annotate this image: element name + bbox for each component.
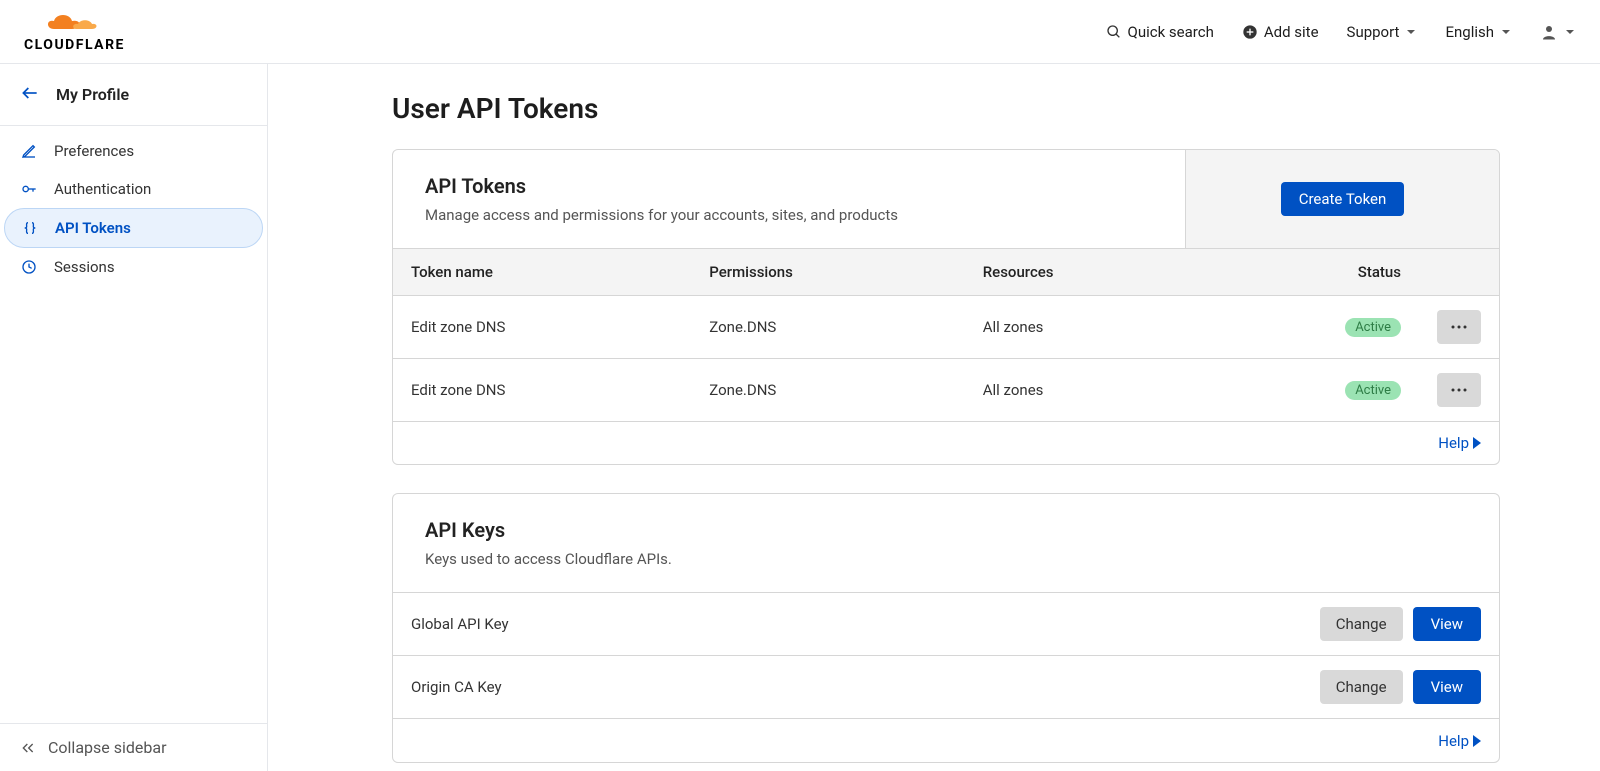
change-button[interactable]: Change xyxy=(1320,607,1403,641)
col-token-name: Token name xyxy=(393,249,691,296)
sidebar-title: My Profile xyxy=(56,85,129,104)
col-resources: Resources xyxy=(965,249,1209,296)
sidebar-item-label: Sessions xyxy=(54,258,115,276)
view-button[interactable]: View xyxy=(1413,607,1481,641)
pencil-icon xyxy=(20,142,38,160)
keys-card-title: API Keys xyxy=(425,518,1467,542)
help-label: Help xyxy=(1438,434,1469,452)
top-header: CLOUDFLARE Quick search Add site Support… xyxy=(0,0,1600,64)
key-name: Origin CA Key xyxy=(411,678,502,696)
row-actions-button[interactable] xyxy=(1437,310,1481,344)
tokens-card-subtitle: Manage access and permissions for your a… xyxy=(425,206,1153,224)
collapse-sidebar[interactable]: Collapse sidebar xyxy=(0,723,267,771)
sidebar-nav: Preferences Authentication API Tokens Se… xyxy=(0,126,267,292)
back-arrow[interactable] xyxy=(20,83,40,107)
clock-icon xyxy=(20,258,38,276)
cell-permissions: Zone.DNS xyxy=(691,296,964,359)
sidebar-item-api-tokens[interactable]: API Tokens xyxy=(4,208,263,248)
key-icon xyxy=(20,180,38,198)
main-content: User API Tokens API Tokens Manage access… xyxy=(268,64,1600,771)
row-actions-button[interactable] xyxy=(1437,373,1481,407)
keys-help-link[interactable]: Help xyxy=(1438,732,1481,750)
sidebar-item-label: API Tokens xyxy=(55,219,131,237)
plus-circle-icon xyxy=(1242,24,1258,40)
key-name: Global API Key xyxy=(411,615,509,633)
add-site[interactable]: Add site xyxy=(1242,23,1319,41)
header-right: Quick search Add site Support English xyxy=(1106,23,1576,41)
sidebar-item-label: Authentication xyxy=(54,180,151,198)
logo[interactable]: CLOUDFLARE xyxy=(24,11,125,53)
profile-menu[interactable] xyxy=(1540,23,1576,41)
keys-row: Global API Key Change View xyxy=(393,592,1499,655)
api-tokens-card: API Tokens Manage access and permissions… xyxy=(392,149,1500,465)
sidebar-item-preferences[interactable]: Preferences xyxy=(4,132,263,170)
brand-text: CLOUDFLARE xyxy=(24,37,125,53)
chevrons-left-icon xyxy=(20,740,36,756)
table-row: Edit zone DNS Zone.DNS All zones Active xyxy=(393,359,1499,422)
caret-down-icon xyxy=(1500,26,1512,38)
create-token-button[interactable]: Create Token xyxy=(1281,182,1405,216)
col-permissions: Permissions xyxy=(691,249,964,296)
user-icon xyxy=(1540,23,1558,41)
support-label: Support xyxy=(1347,23,1400,41)
status-badge: Active xyxy=(1345,381,1401,400)
caret-down-icon xyxy=(1564,26,1576,38)
change-button[interactable]: Change xyxy=(1320,670,1403,704)
cloud-icon xyxy=(42,11,106,35)
page-title: User API Tokens xyxy=(392,92,1500,125)
sidebar-item-authentication[interactable]: Authentication xyxy=(4,170,263,208)
more-icon xyxy=(1450,388,1468,392)
add-site-label: Add site xyxy=(1264,23,1319,41)
quick-search-label: Quick search xyxy=(1128,23,1214,41)
quick-search[interactable]: Quick search xyxy=(1106,23,1214,41)
arrow-left-icon xyxy=(20,83,40,103)
search-icon xyxy=(1106,24,1122,40)
keys-card-subtitle: Keys used to access Cloudflare APIs. xyxy=(425,550,1467,568)
sidebar-item-label: Preferences xyxy=(54,142,134,160)
keys-row: Origin CA Key Change View xyxy=(393,655,1499,718)
cell-resources: All zones xyxy=(965,359,1209,422)
sidebar-item-sessions[interactable]: Sessions xyxy=(4,248,263,286)
cell-token-name: Edit zone DNS xyxy=(393,359,691,422)
collapse-label: Collapse sidebar xyxy=(48,738,166,757)
sidebar: My Profile Preferences Authentication AP… xyxy=(0,64,268,771)
cell-token-name: Edit zone DNS xyxy=(393,296,691,359)
language-menu[interactable]: English xyxy=(1445,23,1512,41)
caret-right-icon xyxy=(1473,437,1481,449)
caret-right-icon xyxy=(1473,735,1481,747)
braces-icon xyxy=(21,219,39,237)
cell-resources: All zones xyxy=(965,296,1209,359)
api-keys-card: API Keys Keys used to access Cloudflare … xyxy=(392,493,1500,763)
status-badge: Active xyxy=(1345,318,1401,337)
view-button[interactable]: View xyxy=(1413,670,1481,704)
tokens-help-link[interactable]: Help xyxy=(1438,434,1481,452)
tokens-card-title: API Tokens xyxy=(425,174,1153,198)
col-status: Status xyxy=(1209,249,1419,296)
sidebar-header: My Profile xyxy=(0,64,267,126)
help-label: Help xyxy=(1438,732,1469,750)
caret-down-icon xyxy=(1405,26,1417,38)
tokens-table: Token name Permissions Resources Status … xyxy=(393,248,1499,464)
support-menu[interactable]: Support xyxy=(1347,23,1418,41)
more-icon xyxy=(1450,325,1468,329)
language-label: English xyxy=(1445,23,1494,41)
cell-permissions: Zone.DNS xyxy=(691,359,964,422)
table-row: Edit zone DNS Zone.DNS All zones Active xyxy=(393,296,1499,359)
